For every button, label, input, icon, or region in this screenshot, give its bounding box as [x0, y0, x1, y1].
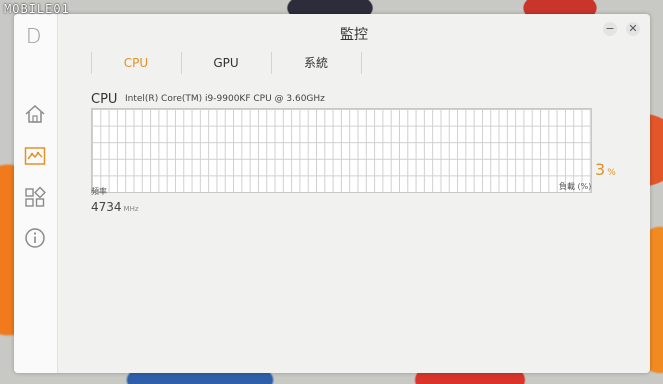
tab-cpu[interactable]: CPU	[91, 52, 181, 74]
home-icon	[25, 104, 45, 123]
sidebar-item-monitor[interactable]	[23, 144, 47, 168]
sidebar-item-home[interactable]	[23, 102, 47, 126]
frequency-unit: MHz	[123, 205, 139, 213]
cpu-load-graph	[91, 108, 592, 193]
info-icon	[25, 228, 45, 248]
sidebar: D	[14, 14, 58, 373]
cpu-label: CPU	[91, 92, 118, 107]
load-axis-label: 負載 (%)	[559, 182, 592, 191]
tab-gpu[interactable]: GPU	[181, 52, 271, 74]
cpu-model: Intel(R) Core(TM) i9-9900KF CPU @ 3.60GH…	[125, 94, 325, 104]
page-title: 監控	[340, 27, 368, 43]
activity-icon	[24, 147, 46, 165]
monitor-window: D 監控 − ✕ CPU GPU 系統 CPU Intel(R) Core(TM…	[14, 14, 650, 373]
frequency-number: 4734	[91, 200, 122, 214]
load-unit: %	[607, 168, 616, 178]
load-number: 3	[595, 160, 606, 179]
frequency-value: 4734 MHz	[91, 200, 139, 214]
frequency-label: 頻率	[91, 187, 107, 196]
tab-system[interactable]: 系統	[271, 52, 361, 74]
sidebar-item-apps[interactable]	[23, 185, 47, 209]
app-logo: D	[26, 24, 42, 48]
close-button[interactable]: ✕	[626, 22, 640, 36]
grid-icon	[25, 186, 46, 207]
sidebar-item-info[interactable]	[23, 226, 47, 250]
minimize-button[interactable]: −	[603, 22, 617, 36]
watermark: MOBILE01	[4, 2, 70, 16]
cpu-load-value: 3%	[595, 160, 616, 179]
